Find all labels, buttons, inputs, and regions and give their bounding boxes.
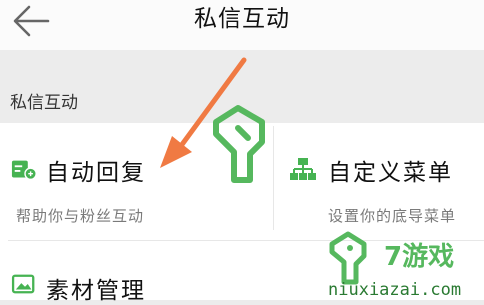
- auto-reply-icon: [11, 160, 37, 181]
- material-icon: [11, 274, 35, 294]
- top-bar: 私信互动: [0, 0, 484, 50]
- page-title: 私信互动: [194, 6, 290, 32]
- custom-menu-item[interactable]: 自定义菜单 设置你的底导菜单: [274, 123, 484, 239]
- watermark-brand: 7游戏: [384, 242, 455, 272]
- auto-reply-title: 自动回复: [46, 160, 146, 186]
- auto-reply-desc: 帮助你与粉丝互动: [16, 207, 145, 225]
- material-item[interactable]: 素材管理: [0, 241, 272, 304]
- watermark-url: niuxiazai.com: [328, 280, 462, 300]
- custom-menu-desc: 设置你的底导菜单: [328, 207, 457, 225]
- custom-menu-icon: [290, 158, 316, 180]
- section-label: 私信互动: [10, 93, 78, 113]
- watermark-logo-icon: [213, 105, 265, 183]
- custom-menu-title: 自定义菜单: [328, 160, 453, 186]
